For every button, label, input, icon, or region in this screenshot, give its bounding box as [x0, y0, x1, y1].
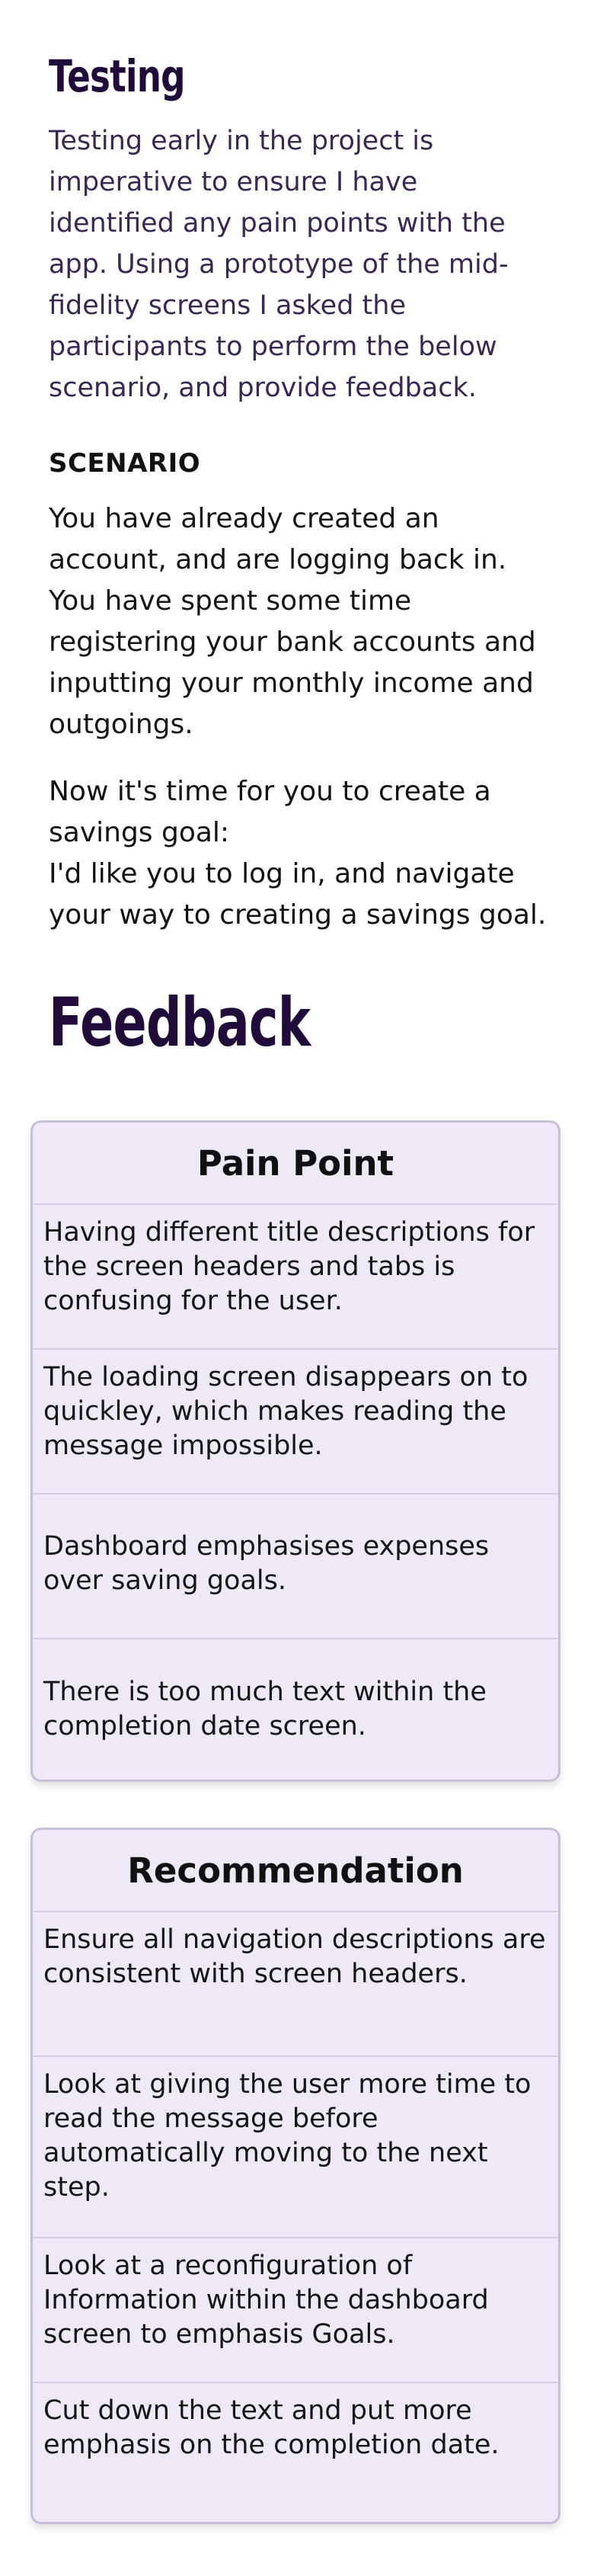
- recommendation-item: Look at a reconfiguration of Information…: [33, 2238, 558, 2383]
- task-line-1: Now it's time for you to create a saving…: [49, 776, 491, 848]
- task-line-2: I'd like you to log in, and navigate you…: [49, 858, 547, 931]
- testing-intro-paragraph: Testing early in the project is imperati…: [49, 126, 509, 403]
- pain-point-item: The loading screen disappears on to quic…: [33, 1350, 558, 1495]
- pain-point-item: There is too much text within the comple…: [43, 1677, 487, 1741]
- recommendation-item: Ensure all navigation descriptions are c…: [33, 1912, 558, 2057]
- recommendation-item: Cut down the text and put more emphasis …: [43, 2395, 500, 2460]
- recommendation-header: Recommendation: [33, 1830, 558, 1912]
- task-paragraph: Now it's time for you to create a saving…: [49, 771, 551, 936]
- recommendation-card: Recommendation Ensure all navigation des…: [30, 1828, 560, 2524]
- pain-point-item: Dashboard emphasises expenses over savin…: [33, 1495, 558, 1639]
- scenario-label: SCENARIO: [49, 448, 201, 479]
- recommendation-item: Look at giving the user more time to rea…: [33, 2057, 558, 2238]
- scenario-paragraph: You have already created an account, and…: [49, 503, 536, 740]
- pain-point-header: Pain Point: [33, 1123, 558, 1205]
- pain-point-card: Pain Point Having different title descri…: [30, 1120, 560, 1782]
- feedback-heading: Feedback: [49, 983, 311, 1062]
- testing-heading: Testing: [49, 50, 186, 102]
- pain-point-item: Having different title descriptions for …: [33, 1205, 558, 1350]
